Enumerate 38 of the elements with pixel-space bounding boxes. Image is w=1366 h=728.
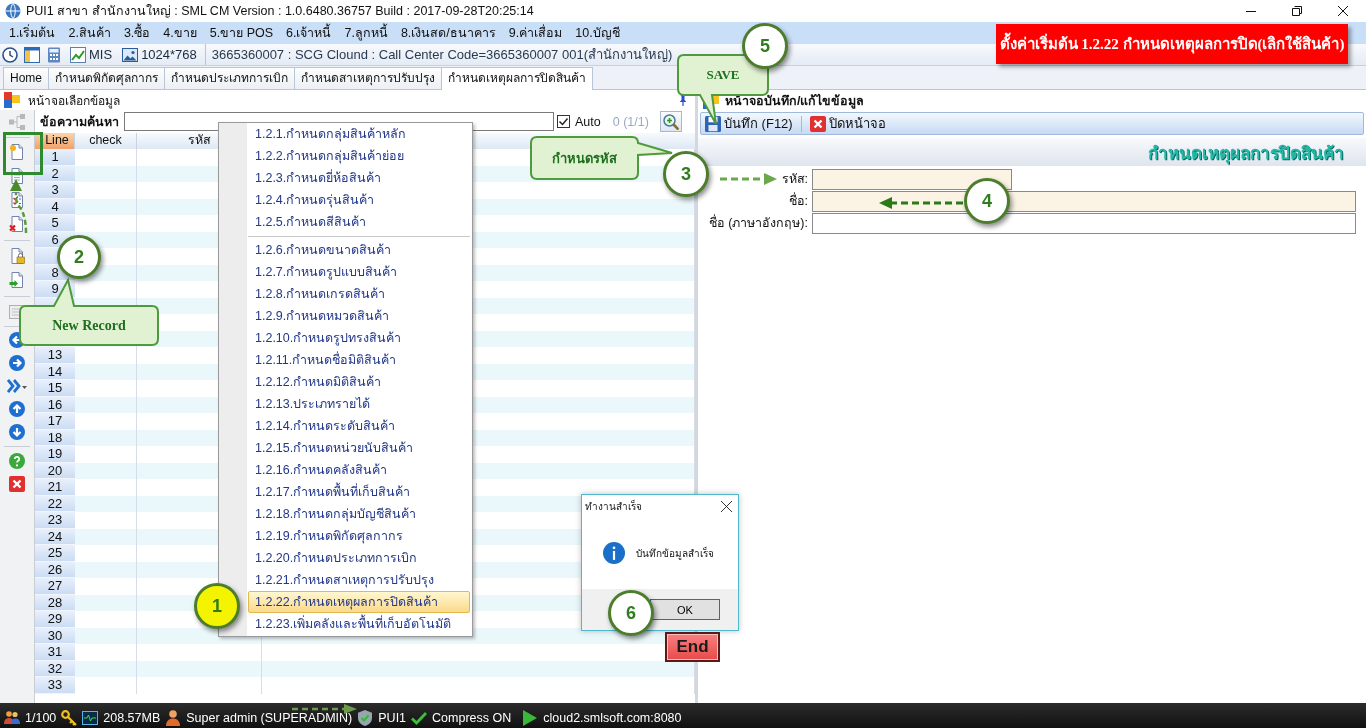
row-number: 29 xyxy=(35,611,75,628)
dialog-message: บันทึกข้อมูลสำเร็จ xyxy=(636,545,714,561)
row-number: 33 xyxy=(35,677,75,694)
session-count: 1/100 xyxy=(25,710,57,725)
memory-usage: 208.57MB xyxy=(103,710,161,725)
title-banner: ตั้งค่าเริ่มต้น 1.2.22 กำหนดเหตุผลการปิด(เลิกใช้สินค้า) xyxy=(996,24,1348,64)
row-number: 15 xyxy=(35,380,75,397)
field-label: รหัส: xyxy=(781,171,808,188)
row-number: 3 xyxy=(35,182,75,199)
panel-title: หน้าจอบันทึก/แก้ไขข้อมูล xyxy=(725,93,865,111)
checkbox-label: Auto xyxy=(575,114,601,129)
panel-title: หน้าจอเลือกข้อมูล xyxy=(28,92,120,110)
form-title: กำหนดเหตุผลการปิดสินค้า xyxy=(1148,142,1344,166)
row-number: 21 xyxy=(35,479,75,496)
connection-info: 3665360007 : SCG Clound : Call Center Code=3665360007 001(สำนักงานใหญ่) xyxy=(204,44,673,65)
compress-status: Compress ON xyxy=(432,710,512,725)
record-count: 0 (1/1) xyxy=(612,114,649,129)
callout-text: New Record xyxy=(51,316,127,335)
search-label: ข้อความค้นหา xyxy=(40,113,119,131)
row-number: 27 xyxy=(35,578,75,595)
database-name: PUI1 xyxy=(378,710,407,725)
row-number: 1 xyxy=(35,149,75,166)
dialog-title: ทำงานสำเร็จ xyxy=(585,498,642,514)
row-number: 19 xyxy=(35,446,75,463)
field-label: ชื่อ (ภาษาอังกฤษ): xyxy=(708,213,808,232)
callout-text: กำหนดรหัส xyxy=(551,149,618,168)
row-number: 25 xyxy=(35,545,75,562)
callout-text: SAVE xyxy=(705,66,741,84)
row-number: 13 xyxy=(35,347,75,364)
user-name: Super admin (SUPERADMIN) xyxy=(186,710,353,725)
row-number: 5 xyxy=(35,215,75,232)
row-number: 23 xyxy=(35,512,75,529)
end-tooltip: End xyxy=(665,632,720,662)
field-label: ชื่อ: xyxy=(788,191,808,210)
row-number: 17 xyxy=(35,413,75,430)
server-address: cloud2.smlsoft.com:8080 xyxy=(543,710,682,725)
window-title: PUI1 สาขา สำนักงานใหญ่ : SML CM Version : 1.0.6480.36757 Build : 2017-09-28T20:25:14 xyxy=(26,3,534,20)
row-number: 31 xyxy=(35,644,75,661)
